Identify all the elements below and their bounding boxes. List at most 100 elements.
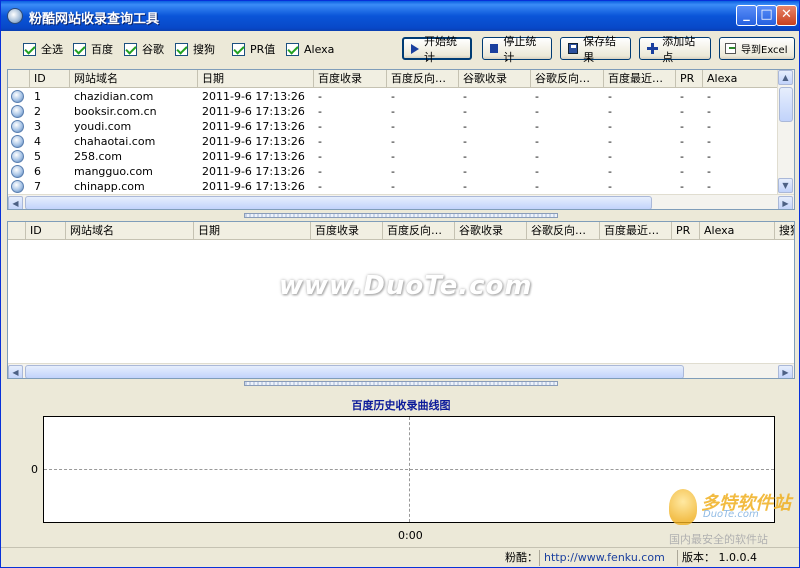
horizontal-scrollbar[interactable]: ◀ ▶ (8, 363, 794, 378)
checkbox-baidu[interactable]: 百度 (73, 41, 113, 57)
column-header[interactable]: 谷歌反向… (527, 222, 600, 240)
chart-plot-area (43, 416, 775, 523)
column-header[interactable]: 百度最近… (604, 70, 676, 88)
globe-icon (11, 105, 24, 118)
scroll-down-arrow-icon[interactable]: ▼ (778, 178, 793, 193)
column-header[interactable]: 网站域名 (66, 222, 194, 240)
scroll-thumb[interactable] (779, 87, 793, 122)
cell-baidu-backlink: - (391, 180, 395, 193)
save-button[interactable]: 保存结果 (560, 35, 631, 64)
status-label: 粉酷： (505, 551, 538, 564)
cell-pr: - (680, 120, 684, 133)
column-header[interactable]: 百度反向… (383, 222, 455, 240)
column-header[interactable]: 百度反向… (387, 70, 459, 88)
brand-url: DuoTe.com (703, 509, 759, 520)
vertical-scrollbar[interactable]: ▲ ▼ (777, 70, 794, 194)
table-row[interactable]: 2 booksir.com.cn 2011-9-6 17:13:26 - - -… (8, 104, 778, 119)
table-row[interactable]: 6 mangguo.com 2011-9-6 17:13:26 - - - - … (8, 164, 778, 179)
status-bar: 粉酷： http://www.fenku.com 版本： 1.0.0.4 (1, 547, 799, 567)
cell-baidu-index: - (318, 90, 322, 103)
status-url[interactable]: http://www.fenku.com (539, 550, 677, 566)
column-header[interactable]: 网站域名 (70, 70, 198, 88)
column-header[interactable]: 日期 (198, 70, 314, 88)
plus-icon (647, 43, 659, 54)
cell-alexa: - (707, 105, 711, 118)
site-list-grid[interactable]: ID 网站域名 日期 百度收录 百度反向… 谷歌收录 谷歌反向… 百度最近… P… (7, 69, 795, 210)
checkbox-sogou[interactable]: 搜狗 (175, 41, 215, 57)
column-header[interactable]: 谷歌收录 (459, 70, 531, 88)
splitter-handle[interactable] (244, 213, 558, 218)
cell-date: 2011-9-6 17:13:26 (202, 150, 305, 163)
minimize-button[interactable]: _ (736, 5, 757, 26)
column-header[interactable]: ID (30, 70, 70, 88)
column-header[interactable]: PR (676, 70, 703, 88)
app-icon[interactable] (7, 8, 23, 24)
stop-button[interactable]: 停止统计 (482, 35, 552, 64)
window-title: 粉酷网站收录查询工具 (29, 12, 160, 27)
title-bar[interactable]: 粉酷网站收录查询工具 _ □ ✕ (1, 1, 799, 31)
globe-icon (11, 135, 24, 148)
splitter-handle[interactable] (244, 381, 558, 386)
column-header[interactable] (8, 70, 30, 88)
table-row[interactable]: 5 258.com 2011-9-6 17:13:26 - - - - - - … (8, 149, 778, 164)
column-header[interactable]: 百度最近… (600, 222, 672, 240)
maximize-icon: □ (760, 7, 773, 22)
scroll-right-arrow-icon[interactable]: ▶ (778, 196, 793, 209)
column-header[interactable]: 谷歌反向… (531, 70, 604, 88)
scroll-right-arrow-icon[interactable]: ▶ (778, 365, 793, 378)
add-site-label: 添加站点 (662, 34, 696, 64)
column-header[interactable]: 百度收录 (311, 222, 383, 240)
cell-baidu-index: - (318, 135, 322, 148)
scroll-left-arrow-icon[interactable]: ◀ (8, 196, 23, 209)
close-button[interactable]: ✕ (776, 5, 797, 26)
checkbox-label: 搜狗 (193, 43, 215, 56)
column-header[interactable]: PR (672, 222, 700, 240)
add-site-button[interactable]: 添加站点 (639, 35, 711, 64)
cell-baidu-recent: - (608, 135, 612, 148)
scroll-thumb[interactable] (25, 365, 684, 378)
checkbox-alexa[interactable]: Alexa (286, 41, 334, 57)
cell-domain: youdi.com (74, 120, 132, 133)
column-header[interactable]: 百度收录 (314, 70, 387, 88)
table-row[interactable]: 7 chinapp.com 2011-9-6 17:13:26 - - - - … (8, 179, 778, 194)
column-header[interactable]: Alexa (703, 70, 778, 88)
cell-pr: - (680, 135, 684, 148)
cell-baidu-backlink: - (391, 105, 395, 118)
scroll-thumb[interactable] (25, 196, 652, 209)
cell-id: 6 (34, 165, 41, 178)
maximize-button[interactable]: □ (756, 5, 777, 26)
scroll-up-arrow-icon[interactable]: ▲ (778, 70, 793, 85)
cell-baidu-backlink: - (391, 135, 395, 148)
slogan-text: 国内最安全的软件站 (669, 533, 768, 546)
export-excel-button[interactable]: 导到Excel (719, 37, 795, 60)
cell-google-index: - (463, 165, 467, 178)
horizontal-scrollbar[interactable]: ◀ ▶ (8, 194, 794, 209)
scroll-left-arrow-icon[interactable]: ◀ (8, 365, 23, 378)
checkbox-checked-icon (23, 42, 36, 56)
close-icon: ✕ (781, 7, 792, 22)
cell-baidu-index: - (318, 120, 322, 133)
checkbox-pr[interactable]: PR值 (232, 41, 275, 57)
column-header[interactable] (8, 222, 26, 240)
table-row[interactable]: 4 chahaotai.com 2011-9-6 17:13:26 - - - … (8, 134, 778, 149)
column-header[interactable]: 谷歌收录 (455, 222, 527, 240)
cell-id: 5 (34, 150, 41, 163)
column-header[interactable]: 日期 (194, 222, 311, 240)
cell-google-backlink: - (535, 135, 539, 148)
site-list-header: ID 网站域名 日期 百度收录 百度反向… 谷歌收录 谷歌反向… 百度最近… P… (8, 70, 794, 88)
cell-baidu-index: - (318, 165, 322, 178)
start-button[interactable]: 开始统计 (402, 35, 472, 64)
mascot-icon (669, 489, 697, 525)
checkbox-google[interactable]: 谷歌 (124, 41, 164, 57)
column-header[interactable]: 搜狗 (775, 222, 794, 240)
toolbar: 全选 百度 谷歌 搜狗 PR值 Alexa 开始统计 停止统计 保存结果 添加站… (1, 31, 799, 69)
column-header[interactable]: ID (26, 222, 66, 240)
checkbox-checked-icon (286, 42, 299, 56)
save-label: 保存结果 (583, 34, 617, 64)
cell-domain: chinapp.com (74, 180, 145, 193)
table-row[interactable]: 3 youdi.com 2011-9-6 17:13:26 - - - - - … (8, 119, 778, 134)
table-row[interactable]: 1 chazidian.com 2011-9-6 17:13:26 - - - … (8, 89, 778, 104)
checkbox-select-all[interactable]: 全选 (23, 41, 63, 57)
column-header[interactable]: Alexa (700, 222, 775, 240)
cell-domain: mangguo.com (74, 165, 153, 178)
